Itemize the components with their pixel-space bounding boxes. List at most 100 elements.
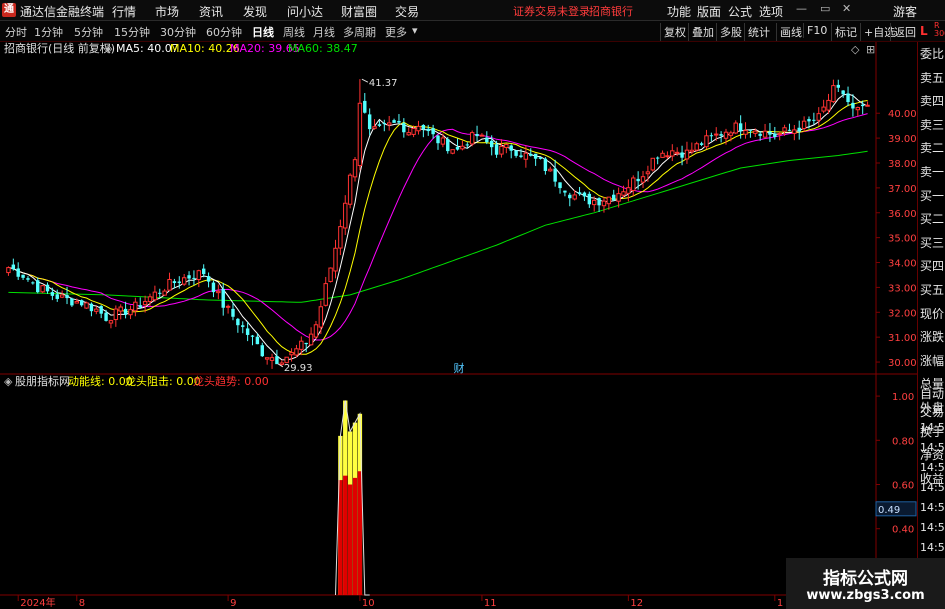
candle-body-up (606, 196, 612, 205)
candle-body-up (689, 149, 695, 153)
price-chart[interactable]: 41.37 29.93 财 40.00 39.00 38.00 37.00 36.00 35.… (0, 42, 917, 609)
candle-body-up (386, 122, 392, 126)
legend-toggle-icon[interactable]: ◈ (104, 42, 113, 55)
candle-body-up (782, 127, 787, 132)
side-trade-button[interactable]: 交易 (920, 403, 944, 420)
period-15min[interactable]: 15分钟 (114, 24, 150, 40)
period-monthly[interactable]: 月线 (313, 24, 335, 40)
candle-body-down (709, 135, 714, 137)
candle-body-down (123, 308, 128, 315)
candle-body-down (245, 328, 250, 335)
candle-body-down (304, 342, 308, 345)
candle-body-down (211, 282, 216, 293)
menu-function[interactable]: 功能 (667, 3, 691, 20)
candle-body-down (655, 157, 660, 159)
candle-body-down (31, 282, 35, 284)
menu-discover[interactable]: 发现 (243, 3, 267, 20)
quote-side-panel: 委比 卖五 卖四 卖三 卖二 卖一 买一 买二 买三 买四 买五 现价 涨跌 涨幅 总量 外盘 换手 净资 收益 自动… (917, 42, 945, 609)
candle-body-down (680, 152, 684, 158)
indicator-bar-red (352, 477, 358, 595)
tool-adjust[interactable]: 复权 (660, 23, 689, 41)
trade-time: 14:56 (920, 521, 945, 534)
indicator-toggle-icon[interactable]: ◈ (4, 375, 13, 388)
candle-body-down (70, 298, 74, 306)
candle-body-up (6, 267, 11, 274)
candle-body-up (704, 135, 709, 148)
candle-body-up (216, 290, 221, 294)
indicator-tick-label: 0.80 (892, 436, 914, 447)
candle-body-down (367, 114, 372, 130)
tool-statistics[interactable]: 统计 (744, 23, 773, 41)
indicator-tick-label: 0.60 (892, 481, 914, 492)
candle-body-down (192, 277, 196, 279)
candle-body-down (402, 123, 406, 133)
legend-leader-block-name: 龙头阻击 (125, 375, 169, 388)
candle-body-down (426, 128, 430, 132)
period-intraday[interactable]: 分时 (5, 24, 27, 40)
period-more[interactable]: 更多 (385, 24, 407, 40)
trade-time: 14:56 (920, 441, 945, 454)
tool-multi-stock[interactable]: 多股 (716, 23, 745, 41)
candle-body-up (714, 133, 719, 136)
menu-formula[interactable]: 公式 (728, 3, 752, 20)
side-label: 买五 (920, 283, 945, 297)
period-60min[interactable]: 60分钟 (206, 24, 242, 40)
guest-user[interactable]: 游客 (893, 3, 917, 20)
trade-time: 14:56 (920, 421, 945, 434)
candle-body-down (26, 278, 30, 280)
tool-mark[interactable]: 标记 (831, 23, 860, 41)
candle-body-down (773, 133, 777, 137)
menu-layout[interactable]: 版面 (697, 3, 721, 20)
menu-trade[interactable]: 交易 (395, 3, 419, 20)
candle-body-up (299, 340, 304, 350)
candle-body-down (582, 192, 587, 197)
app-title: 通达信金融终端 (20, 5, 105, 19)
period-30min[interactable]: 30分钟 (160, 24, 196, 40)
indicator-tick-label: 0.40 (892, 525, 914, 536)
tool-draw-line[interactable]: 画线 (776, 23, 805, 41)
chart-diamond-icon[interactable]: ◇ (851, 43, 860, 56)
candle-body-up (499, 145, 504, 155)
chart-expand-icon[interactable]: ⊞ (866, 43, 875, 56)
candle-body-up (523, 152, 529, 160)
date-tick-label: 8 (79, 598, 85, 609)
menu-wealth-circle[interactable]: 财富圈 (341, 3, 377, 20)
side-label: 卖四 (920, 94, 945, 109)
menu-news[interactable]: 资讯 (199, 3, 223, 20)
legend-momentum-name: 动能线 (68, 374, 101, 388)
more-dropdown-icon[interactable]: ▾ (412, 24, 418, 37)
candle-body-up (440, 137, 446, 145)
candle-body-down (382, 123, 387, 125)
period-1min[interactable]: 1分钟 (34, 24, 63, 40)
trade-login-notice[interactable]: 证券交易未登录 (513, 3, 590, 19)
candle-body-up (728, 132, 734, 136)
tool-overlay[interactable]: 叠加 (688, 23, 717, 41)
menu-wenxiaoda[interactable]: 问小达 (287, 3, 323, 20)
close-icon[interactable]: ✕ (842, 2, 851, 15)
menu-quotes[interactable]: 行情 (112, 3, 136, 20)
candle-body-down (158, 292, 162, 294)
minimize-icon[interactable]: — (796, 2, 807, 15)
period-weekly[interactable]: 周线 (283, 24, 305, 40)
candle-body-up (855, 107, 861, 111)
restore-icon[interactable]: ▭ (820, 2, 830, 15)
side-auto-button[interactable]: 自动 (920, 385, 944, 402)
candle-body-down (11, 264, 16, 270)
price-tick-label: 33.00 (888, 283, 917, 294)
period-daily[interactable]: 日线 (252, 24, 274, 40)
tool-f10[interactable]: F10 (803, 23, 830, 38)
candle (450, 149, 455, 155)
candle-body-up (147, 296, 153, 302)
candle-body-down (748, 129, 753, 131)
date-tick-label: 12 (630, 598, 643, 609)
candle-body-down (236, 318, 240, 326)
tool-back[interactable]: 返回 (890, 23, 919, 41)
menu-options[interactable]: 选项 (759, 3, 783, 20)
candle-body-down (841, 90, 845, 95)
price-tick-label: 36.00 (888, 209, 917, 220)
candle-body-up (294, 348, 299, 356)
app-logo-icon: 通 (2, 3, 16, 17)
period-multi[interactable]: 多周期 (343, 24, 376, 40)
menu-market[interactable]: 市场 (155, 3, 179, 20)
period-5min[interactable]: 5分钟 (74, 24, 103, 40)
